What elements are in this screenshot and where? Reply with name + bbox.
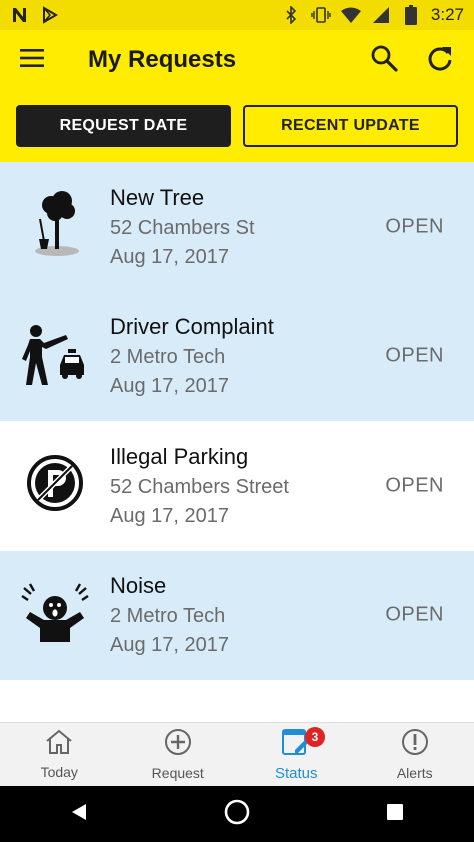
status-badge: 3 (305, 727, 325, 747)
request-date: Aug 17, 2017 (110, 245, 229, 268)
system-navigation-bar (0, 786, 474, 842)
nav-today-label: Today (40, 764, 78, 780)
request-row-noise[interactable]: Noise 2 Metro Tech Aug 17, 2017 OPEN (0, 550, 474, 680)
nav-request[interactable]: Request (119, 723, 238, 786)
battery-icon (401, 5, 421, 25)
request-date: Aug 17, 2017 (110, 504, 229, 527)
request-date: Aug 17, 2017 (110, 634, 229, 657)
back-button[interactable] (49, 786, 109, 842)
back-triangle-icon (70, 802, 88, 827)
request-status: OPEN (385, 474, 444, 497)
play-store-icon (40, 5, 60, 25)
vibrate-icon (311, 5, 331, 25)
request-status: OPEN (385, 215, 444, 238)
bottom-navigation: Today Request 3 Status Alerts (0, 722, 474, 786)
sort-toolbar: REQUEST DATE RECENT UPDATE (0, 90, 474, 162)
request-row-illegal-parking[interactable]: Illegal Parking 52 Chambers Street Aug 1… (0, 421, 474, 551)
request-title: Noise (110, 573, 167, 599)
tree-planting-icon (27, 189, 83, 264)
nav-request-label: Request (151, 765, 204, 781)
taxi-complaint-icon (22, 321, 88, 392)
alert-icon (401, 728, 429, 761)
refresh-icon (426, 44, 454, 77)
request-list: New Tree 52 Chambers St Aug 17, 2017 OPE… (0, 162, 474, 680)
home-icon (45, 729, 73, 760)
recents-square-icon (386, 803, 404, 826)
app-bar: My Requests (0, 30, 474, 90)
request-address: 52 Chambers Street (110, 475, 289, 498)
recents-button[interactable] (365, 786, 425, 842)
request-address: 2 Metro Tech (110, 346, 226, 369)
noise-scream-icon (20, 582, 90, 649)
clock: 3:27 (430, 5, 464, 24)
menu-button[interactable] (0, 30, 64, 90)
nav-alerts-label: Alerts (396, 765, 433, 781)
request-title: New Tree (110, 184, 205, 210)
request-status: OPEN (385, 603, 444, 626)
recent-update-sort-button[interactable]: RECENT UPDATE (243, 105, 458, 147)
search-button[interactable] (364, 40, 404, 80)
signal-icon (371, 5, 391, 25)
page-title: My Requests (88, 46, 237, 73)
bluetooth-icon (281, 5, 301, 25)
request-address: 52 Chambers St (110, 216, 255, 239)
search-icon (370, 44, 398, 77)
add-circle-icon (164, 728, 192, 761)
nav-today[interactable]: Today (0, 723, 119, 786)
status-bar: 3:27 (0, 0, 474, 30)
home-circle-icon (223, 798, 251, 831)
request-row-new-tree[interactable]: New Tree 52 Chambers St Aug 17, 2017 OPE… (0, 162, 474, 292)
hamburger-menu-icon (20, 48, 44, 72)
request-title: Illegal Parking (110, 443, 249, 469)
request-status: OPEN (385, 344, 444, 367)
request-date-sort-button[interactable]: REQUEST DATE (16, 105, 231, 147)
request-date: Aug 17, 2017 (110, 375, 229, 398)
request-title: Driver Complaint (110, 314, 274, 340)
n-notification-icon (10, 5, 30, 25)
no-parking-icon (26, 454, 84, 517)
refresh-button[interactable] (420, 40, 460, 80)
home-button[interactable] (207, 786, 267, 842)
nav-status-label: Status (274, 764, 318, 782)
nav-alerts[interactable]: Alerts (356, 723, 474, 786)
request-address: 2 Metro Tech (110, 605, 226, 628)
wifi-icon (340, 5, 361, 25)
nav-status[interactable]: 3 Status (237, 723, 356, 786)
request-row-driver-complaint[interactable]: Driver Complaint 2 Metro Tech Aug 17, 20… (0, 291, 474, 421)
